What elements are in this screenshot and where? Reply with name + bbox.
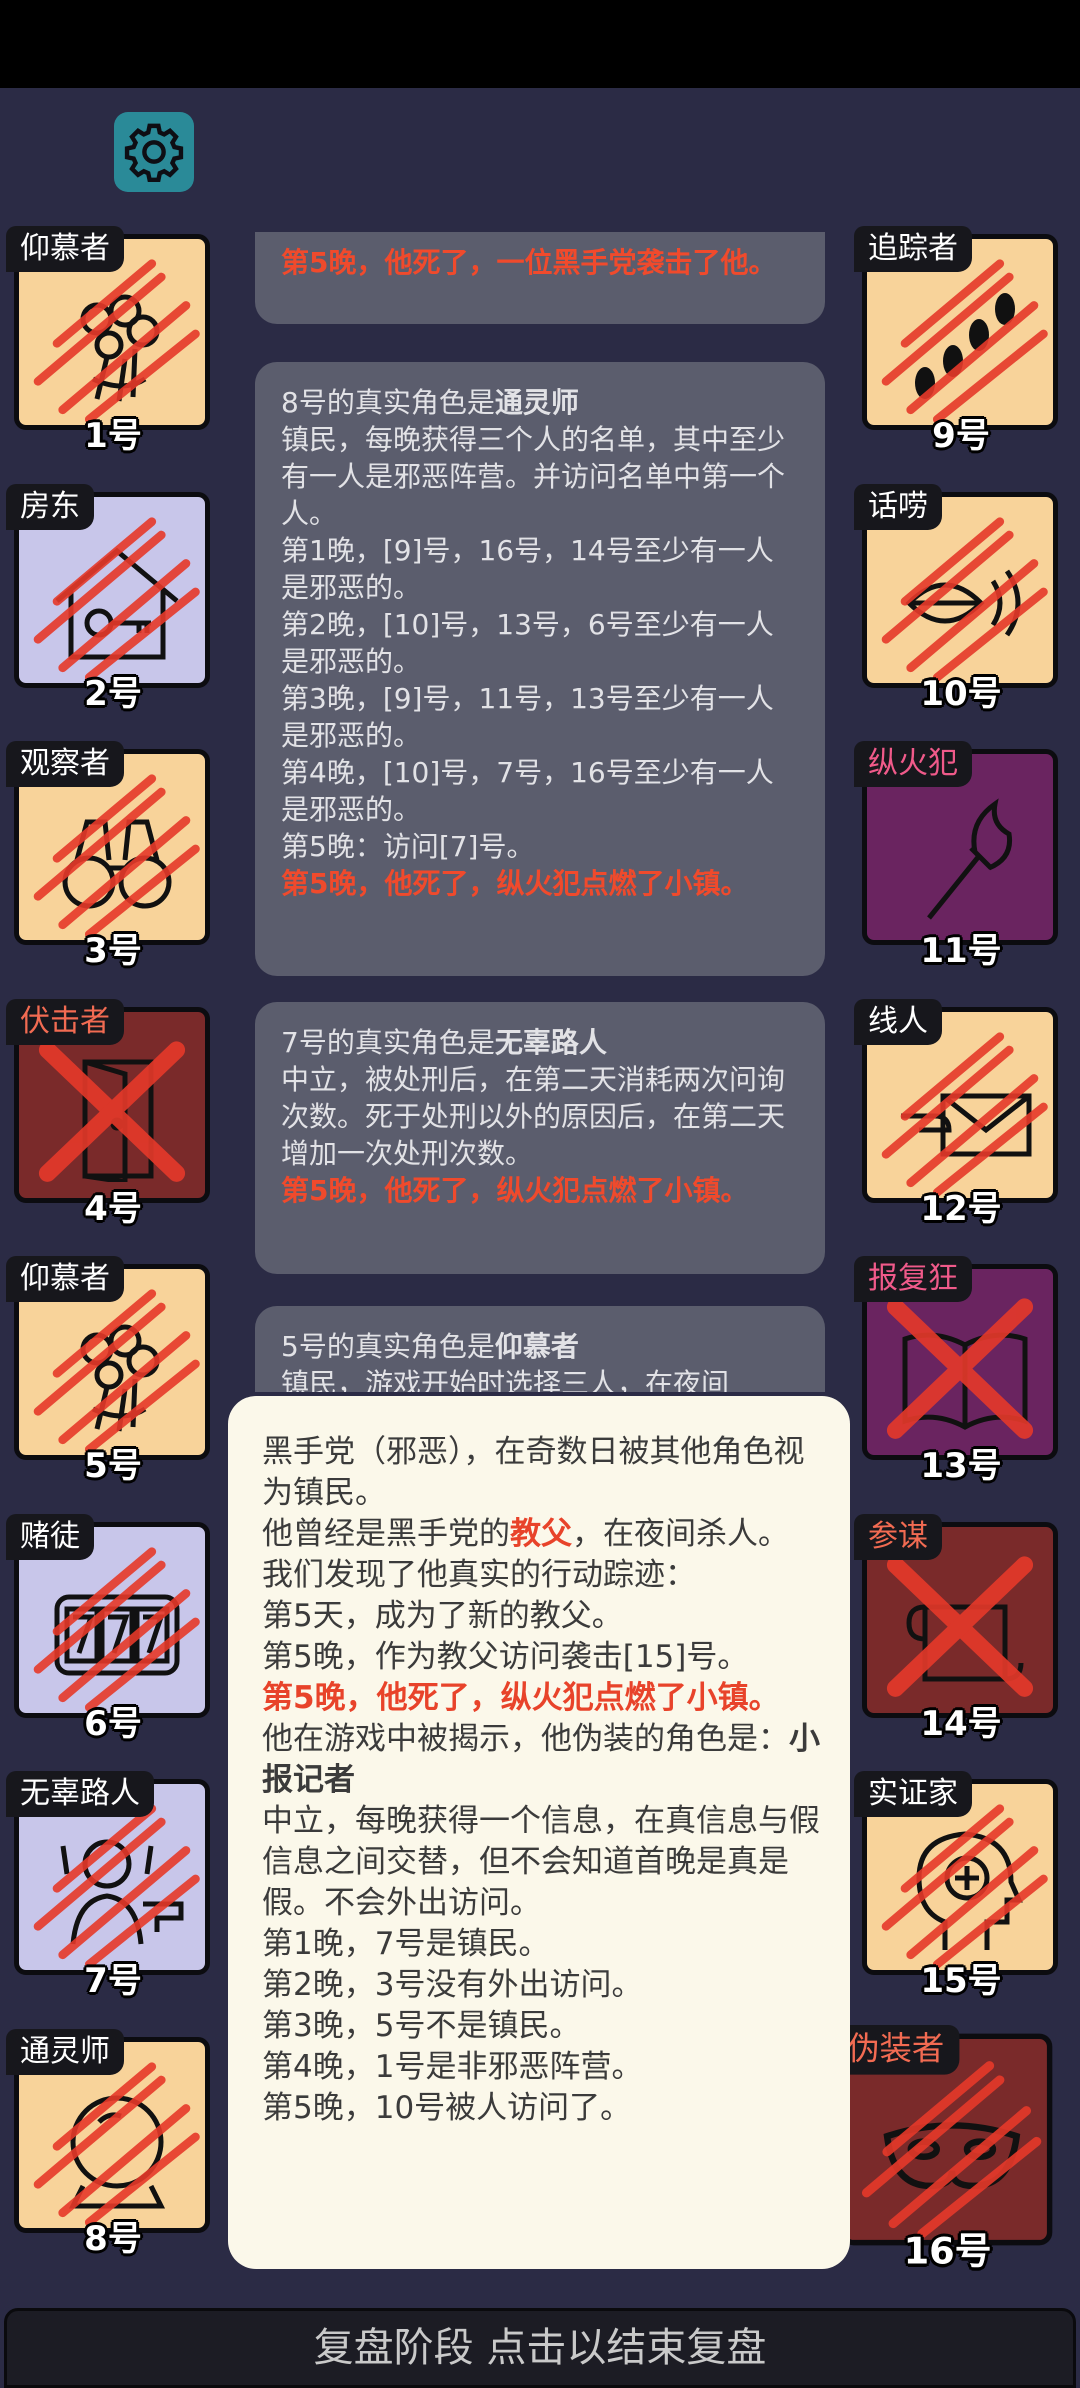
player-number: 9号	[932, 416, 990, 456]
log-line: 镇民，游戏开始时选择三人，在夜间	[281, 1367, 730, 1392]
review-log[interactable]: 第5晚，他死了，一位黑手党袭击了他。 8号的真实角色是通灵师 镇民，每晚获得三个…	[255, 232, 825, 1392]
popup-line: 第4晚，1号是非邪恶阵营。	[262, 2049, 643, 2085]
popup-line: 我们发现了他真实的行动踪迹：	[262, 1557, 696, 1593]
role-name: 无辜路人	[494, 1026, 607, 1059]
player-number: 13号	[920, 1446, 1002, 1486]
log-line: 镇民，每晚获得三个人的名单，其中至少有一人是邪恶阵营。并访问名单中第一个人。	[281, 423, 786, 530]
player-card[interactable]: 伏击者 4号	[6, 998, 210, 1229]
role-reveal-label: 5号的真实角色是	[281, 1330, 495, 1363]
log-line: 第1晚，[9]号，16号，14号至少有一人是邪恶的。	[281, 534, 774, 604]
death-text: 第5晚，他死了，一位黑手党袭击了他。	[281, 246, 777, 279]
player-card[interactable]: 报复狂 13号	[854, 1256, 1058, 1486]
player-card[interactable]: 话唠 10号	[854, 483, 1058, 714]
player-number: 5号	[84, 1446, 142, 1486]
death-text: 第5晚，他死了，纵火犯点燃了小镇。	[281, 867, 749, 900]
role-tag: 纵火犯	[854, 741, 972, 787]
log-message: 5号的真实角色是仰慕者 镇民，游戏开始时选择三人，在夜间	[255, 1306, 825, 1392]
player-number: 11号	[920, 931, 1002, 971]
popup-text: 他在游戏中被揭示，他伪装的角色是：	[262, 1721, 789, 1757]
player-card[interactable]: 伪装者 16号	[832, 2024, 1053, 2273]
player-card[interactable]: 赌徒 6号	[6, 1513, 210, 1744]
role-tag: 追踪者	[854, 226, 972, 272]
log-line: 第2晚，[10]号，13号，6号至少有一人是邪恶的。	[281, 608, 774, 678]
role-tag: 赌徒	[6, 1513, 94, 1560]
popup-line: 第3晚，5号不是镇民。	[262, 2008, 581, 2044]
role-tag: 伪装者	[832, 2024, 960, 2075]
death-text: 第5晚，他死了，纵火犯点燃了小镇。	[262, 1680, 780, 1716]
log-line: 第4晚，[10]号，7号，16号至少有一人是邪恶的。	[281, 756, 774, 826]
role-tag: 报复狂	[854, 1256, 972, 1302]
popup-line: 中立，每晚获得一个信息，在真信息与假信息之间交替，但不会知道首晚是真是假。不会外…	[262, 1803, 820, 1921]
player-card[interactable]: 参谋 14号	[854, 1513, 1058, 1744]
role-tag: 无辜路人	[6, 1771, 154, 1817]
popup-line: 第1晚，7号是镇民。	[262, 1926, 550, 1962]
popup-line: 黑手党（邪恶），在奇数日被其他角色视为镇民。	[262, 1434, 805, 1511]
player-card[interactable]: 纵火犯 11号	[854, 741, 1058, 971]
player-number: 15号	[920, 1961, 1002, 2001]
player-number: 10号	[920, 673, 1002, 714]
role-name: 通灵师	[494, 386, 579, 419]
death-text: 第5晚，他死了，纵火犯点燃了小镇。	[281, 1174, 749, 1207]
settings-button[interactable]	[114, 112, 194, 192]
role-reveal-label: 7号的真实角色是	[281, 1026, 495, 1059]
player-number: 3号	[84, 931, 142, 971]
log-message: 第5晚，他死了，一位黑手党袭击了他。	[255, 232, 825, 324]
role-tag: 通灵师	[6, 2028, 124, 2075]
log-line: 第3晚，[9]号，11号，13号至少有一人是邪恶的。	[281, 682, 774, 752]
status-bar	[0, 0, 1080, 88]
role-tag: 仰慕者	[6, 226, 124, 272]
player-number: 12号	[920, 1188, 1002, 1229]
role-tag: 话唠	[854, 483, 942, 530]
role-name: 仰慕者	[494, 1330, 579, 1363]
popup-text: ，在夜间杀人。	[572, 1516, 789, 1552]
log-message: 7号的真实角色是无辜路人 中立，被处刑后，在第二天消耗两次问询次数。死于处刑以外…	[255, 1002, 825, 1274]
player-number: 8号	[84, 2218, 142, 2259]
role-highlight: 教父	[510, 1516, 572, 1552]
role-tag: 参谋	[854, 1513, 942, 1560]
role-tag: 伏击者	[6, 998, 124, 1045]
gear-icon	[124, 123, 184, 182]
player-number: 16号	[903, 2229, 992, 2273]
role-tag: 观察者	[6, 741, 124, 787]
popup-line: 第2晚，3号没有外出访问。	[262, 1967, 643, 2003]
log-line: 中立，被处刑后，在第二天消耗两次问询次数。死于处刑以外的原因后，在第二天增加一次…	[281, 1063, 786, 1170]
player-number: 14号	[920, 1703, 1002, 1744]
torch-icon	[895, 794, 1035, 924]
end-review-label: 复盘阶段 点击以结束复盘	[313, 2325, 767, 2371]
player-card[interactable]: 观察者 3号	[6, 741, 210, 971]
player-number: 7号	[84, 1961, 142, 2001]
popup-line: 第5晚，10号被人访问了。	[262, 2090, 632, 2126]
player-card[interactable]: 线人 12号	[854, 998, 1058, 1229]
end-review-button[interactable]: 复盘阶段 点击以结束复盘	[4, 2308, 1076, 2388]
popup-line: 第5天，成为了新的教父。	[262, 1598, 623, 1634]
role-tag: 房东	[6, 483, 94, 530]
role-detail-popup[interactable]: 黑手党（邪恶），在奇数日被其他角色视为镇民。 他曾经是黑手党的教父，在夜间杀人。…	[228, 1396, 850, 2269]
log-message: 8号的真实角色是通灵师 镇民，每晚获得三个人的名单，其中至少有一人是邪恶阵营。并…	[255, 362, 825, 976]
player-number: 1号	[84, 416, 142, 456]
player-number: 2号	[84, 673, 142, 714]
role-tag: 线人	[854, 998, 942, 1045]
role-tag: 仰慕者	[6, 1256, 124, 1302]
player-number: 6号	[84, 1703, 142, 1744]
popup-line: 第5晚，作为教父访问袭击[15]号。	[262, 1639, 749, 1675]
player-card[interactable]: 无辜路人 7号	[6, 1771, 210, 2001]
player-card[interactable]: 实证家 15号	[854, 1771, 1058, 2001]
player-card[interactable]: 追踪者 9号	[854, 226, 1058, 456]
role-tag: 实证家	[854, 1771, 972, 1817]
player-card[interactable]: 仰慕者 5号	[6, 1256, 210, 1486]
player-number: 4号	[84, 1188, 142, 1229]
player-card[interactable]: 通灵师 8号	[6, 2028, 210, 2259]
popup-text: 他曾经是黑手党的	[262, 1516, 510, 1552]
role-reveal-label: 8号的真实角色是	[281, 386, 495, 419]
log-line: 第5晚：访问[7]号。	[281, 830, 535, 863]
player-card[interactable]: 仰慕者 1号	[6, 226, 210, 456]
player-card[interactable]: 房东 2号	[6, 483, 210, 714]
